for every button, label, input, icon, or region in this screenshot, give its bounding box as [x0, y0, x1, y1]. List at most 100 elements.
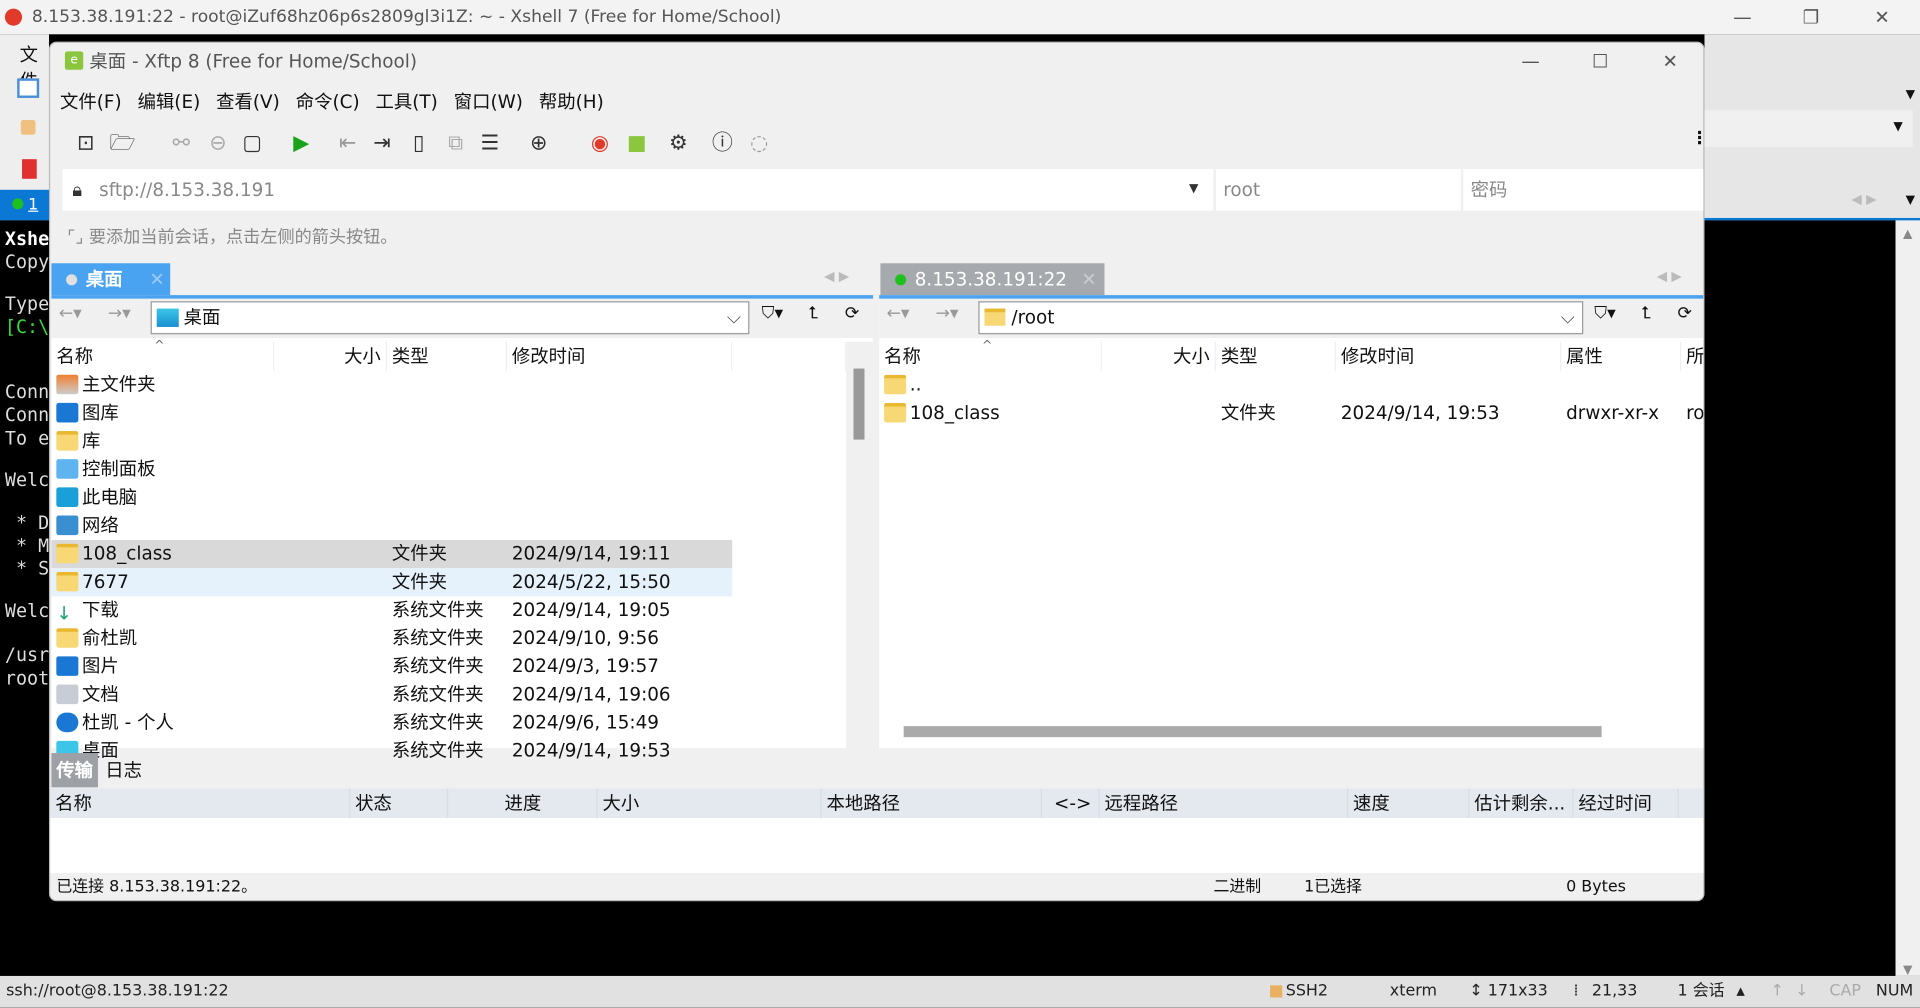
xshell-restore-button[interactable]: ❐: [1783, 0, 1839, 34]
column-header[interactable]: 修改时间: [507, 341, 733, 372]
tab-local[interactable]: 桌面 ✕: [51, 263, 171, 296]
local-scrollbar[interactable]: [846, 341, 874, 749]
file-row[interactable]: 图库: [51, 399, 732, 427]
terminal-icon[interactable]: ▶: [285, 126, 317, 160]
back-icon[interactable]: ←▾: [887, 304, 910, 324]
bookmark-icon[interactable]: ⛉▾: [762, 304, 783, 324]
menu-item[interactable]: 命令(C): [296, 91, 360, 113]
file-row[interactable]: 108_class 文件夹 2024/9/14, 19:53 drwxr-xr-x ro: [879, 399, 1703, 427]
xftp-icon[interactable]: ■: [621, 126, 653, 160]
remote-horizontal-scrollbar[interactable]: [903, 726, 1602, 738]
tab-scroll-icon[interactable]: ◀ ▶: [1851, 191, 1876, 207]
transfer-column-header[interactable]: 经过时间: [1573, 788, 1679, 818]
xftp-close-button[interactable]: ✕: [1642, 44, 1698, 78]
transfer-column-header[interactable]: 进度: [448, 788, 598, 818]
xshell-minimize-button[interactable]: —: [1714, 0, 1770, 34]
refresh-icon[interactable]: ⟳: [845, 304, 859, 324]
new-session-icon[interactable]: [17, 78, 40, 98]
bookmark-icon[interactable]: ⛉▾: [1594, 304, 1615, 324]
file-row[interactable]: 库: [51, 427, 732, 455]
menu-item[interactable]: 文件(F): [60, 91, 122, 113]
menu-item[interactable]: 帮助(H): [539, 91, 604, 113]
chevron-down-icon[interactable]: ⌵: [727, 302, 741, 333]
forward-icon[interactable]: →▾: [108, 304, 131, 324]
file-row[interactable]: 网络: [51, 512, 732, 540]
caret-up-icon[interactable]: ▲: [1736, 976, 1744, 1008]
file-row[interactable]: 控制面板: [51, 456, 732, 484]
local-path-input[interactable]: 桌面 ⌵: [150, 301, 750, 335]
menu-item[interactable]: 工具(T): [376, 91, 438, 113]
parent-folder-icon[interactable]: ⮤: [808, 304, 818, 324]
column-header[interactable]: 类型: [1216, 341, 1336, 372]
file-row[interactable]: 图片 系统文件夹 2024/9/3, 19:57: [51, 653, 732, 681]
tab-log[interactable]: 日志: [105, 753, 142, 787]
transfer-column-header[interactable]: 状态: [350, 788, 449, 818]
xshell-icon[interactable]: ◉: [584, 126, 616, 160]
xshell-session-tab[interactable]: 1: [0, 189, 49, 221]
disconnect-icon[interactable]: ⚯: [165, 126, 197, 160]
paste-icon[interactable]: ⧉: [440, 126, 472, 160]
file-row[interactable]: 主文件夹: [51, 371, 732, 399]
xftp-minimize-button[interactable]: —: [1502, 44, 1558, 78]
dropdown-icon[interactable]: ▼: [1906, 88, 1915, 101]
bookmark-icon[interactable]: [22, 159, 37, 179]
add-session-icon[interactable]: ⌜⌟: [67, 228, 89, 248]
help-icon[interactable]: ⓘ: [707, 126, 739, 160]
arrow-up-icon[interactable]: ↑: [1771, 976, 1784, 1008]
column-header[interactable]: 所: [1681, 342, 1703, 371]
tab-list-icon[interactable]: ▼: [1906, 193, 1915, 206]
remote-path-input[interactable]: /root ⌵: [978, 301, 1584, 335]
xftp-maximize-button[interactable]: ☐: [1572, 44, 1628, 78]
transfer-column-header[interactable]: 名称: [50, 788, 351, 818]
menu-item[interactable]: 窗口(W): [454, 91, 523, 113]
transfer-column-header[interactable]: <->: [1042, 788, 1100, 818]
file-row[interactable]: 7677 文件夹 2024/5/22, 15:50: [51, 568, 733, 597]
tab-scroll-icon[interactable]: ◀ ▶: [1657, 268, 1682, 284]
more-icon[interactable]: ⋮: [1691, 129, 1703, 149]
transfer-right-icon[interactable]: ⇥: [366, 126, 398, 160]
host-dropdown-icon[interactable]: ▼: [1189, 169, 1198, 211]
column-header[interactable]: [732, 341, 847, 372]
forward-icon[interactable]: →▾: [936, 304, 959, 324]
chevron-down-icon[interactable]: ⌵: [1561, 302, 1575, 333]
transfer-column-header[interactable]: 大小: [598, 788, 822, 818]
file-row[interactable]: 桌面 系统文件夹 2024/9/14, 19:53: [51, 737, 732, 765]
new-session-icon[interactable]: ⊡: [70, 126, 102, 160]
transfer-left-icon[interactable]: ⇤: [332, 126, 364, 160]
chat-icon[interactable]: ◌: [743, 126, 775, 160]
file-row[interactable]: 杜凯 - 个人 系统文件夹 2024/9/6, 15:49: [51, 709, 732, 737]
file-row[interactable]: ↓ 下载 系统文件夹 2024/9/14, 19:05: [51, 596, 732, 625]
transfer-column-header[interactable]: 远程路径: [1100, 788, 1349, 818]
column-header[interactable]: 修改时间: [1336, 341, 1562, 372]
open-icon[interactable]: 🗁︎: [107, 126, 139, 160]
file-row[interactable]: ..: [879, 371, 1703, 399]
settings-icon[interactable]: ⚙: [662, 126, 694, 160]
tab-remote[interactable]: 8.153.38.191:22 ✕: [880, 263, 1105, 296]
column-header[interactable]: 属性: [1561, 341, 1682, 372]
transfer-column-header[interactable]: 估计剩余...: [1469, 788, 1574, 818]
menu-item[interactable]: 编辑(E): [138, 91, 201, 113]
close-tab-icon[interactable]: ✕: [1081, 263, 1096, 295]
file-row[interactable]: 此电脑: [51, 484, 732, 512]
terminal-scrollbar[interactable]: ▲ ▼: [1895, 220, 1920, 977]
list-view-icon[interactable]: ☰: [474, 126, 506, 160]
address-dropdown[interactable]: ▼: [1704, 110, 1913, 147]
host-input[interactable]: sftp://8.153.38.191: [99, 169, 1201, 211]
transfer-column-header[interactable]: 本地路径: [822, 788, 1043, 818]
file-row[interactable]: 108_class 文件夹 2024/9/14, 19:11: [51, 540, 733, 569]
file-row[interactable]: 文档 系统文件夹 2024/9/14, 19:06: [51, 681, 732, 709]
new-file-icon[interactable]: ▢: [236, 126, 268, 160]
xshell-close-button[interactable]: ✕: [1854, 0, 1910, 34]
copy-icon[interactable]: ▯: [403, 126, 435, 160]
status-sessions[interactable]: 1 会话: [1678, 976, 1725, 1008]
column-header[interactable]: 大小: [1102, 341, 1216, 372]
transfer-column-header[interactable]: 速度: [1348, 788, 1470, 818]
close-tab-icon[interactable]: ✕: [149, 263, 164, 295]
file-row[interactable]: 俞杜凯 系统文件夹 2024/9/10, 9:56: [51, 624, 732, 652]
tab-transfer[interactable]: 传输: [51, 753, 98, 788]
parent-folder-icon[interactable]: ⮤: [1641, 304, 1651, 324]
lock-icon[interactable]: [20, 120, 36, 135]
refresh-icon[interactable]: ⟳: [1678, 304, 1692, 324]
password-input[interactable]: 密码: [1460, 168, 1703, 211]
menu-item[interactable]: 查看(V): [216, 91, 280, 113]
